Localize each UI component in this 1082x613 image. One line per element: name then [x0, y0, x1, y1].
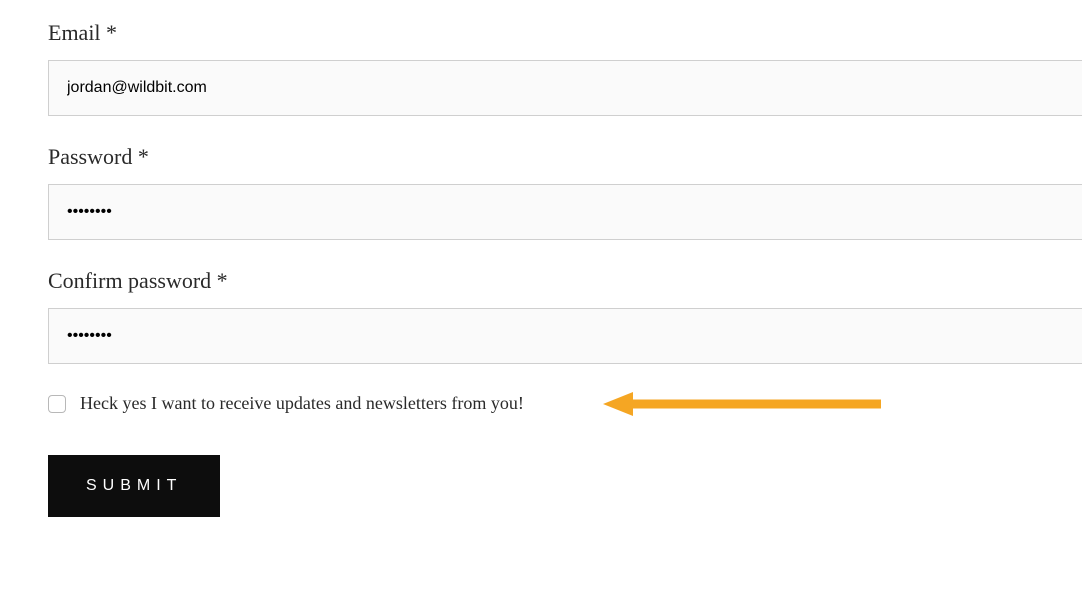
password-group: Password *: [48, 144, 1082, 240]
password-label: Password *: [48, 144, 1082, 170]
email-field[interactable]: [48, 60, 1082, 116]
confirm-password-label: Confirm password *: [48, 268, 1082, 294]
arrow-left-icon: [603, 390, 883, 418]
newsletter-checkbox[interactable]: [48, 395, 66, 413]
newsletter-label: Heck yes I want to receive updates and n…: [80, 392, 524, 415]
confirm-password-group: Confirm password *: [48, 268, 1082, 364]
annotation-arrow: [603, 390, 883, 418]
email-label: Email *: [48, 20, 1082, 46]
confirm-password-field[interactable]: [48, 308, 1082, 364]
password-field[interactable]: [48, 184, 1082, 240]
submit-button[interactable]: SUBMIT: [48, 455, 220, 517]
newsletter-row: Heck yes I want to receive updates and n…: [48, 392, 1082, 415]
email-group: Email *: [48, 20, 1082, 116]
